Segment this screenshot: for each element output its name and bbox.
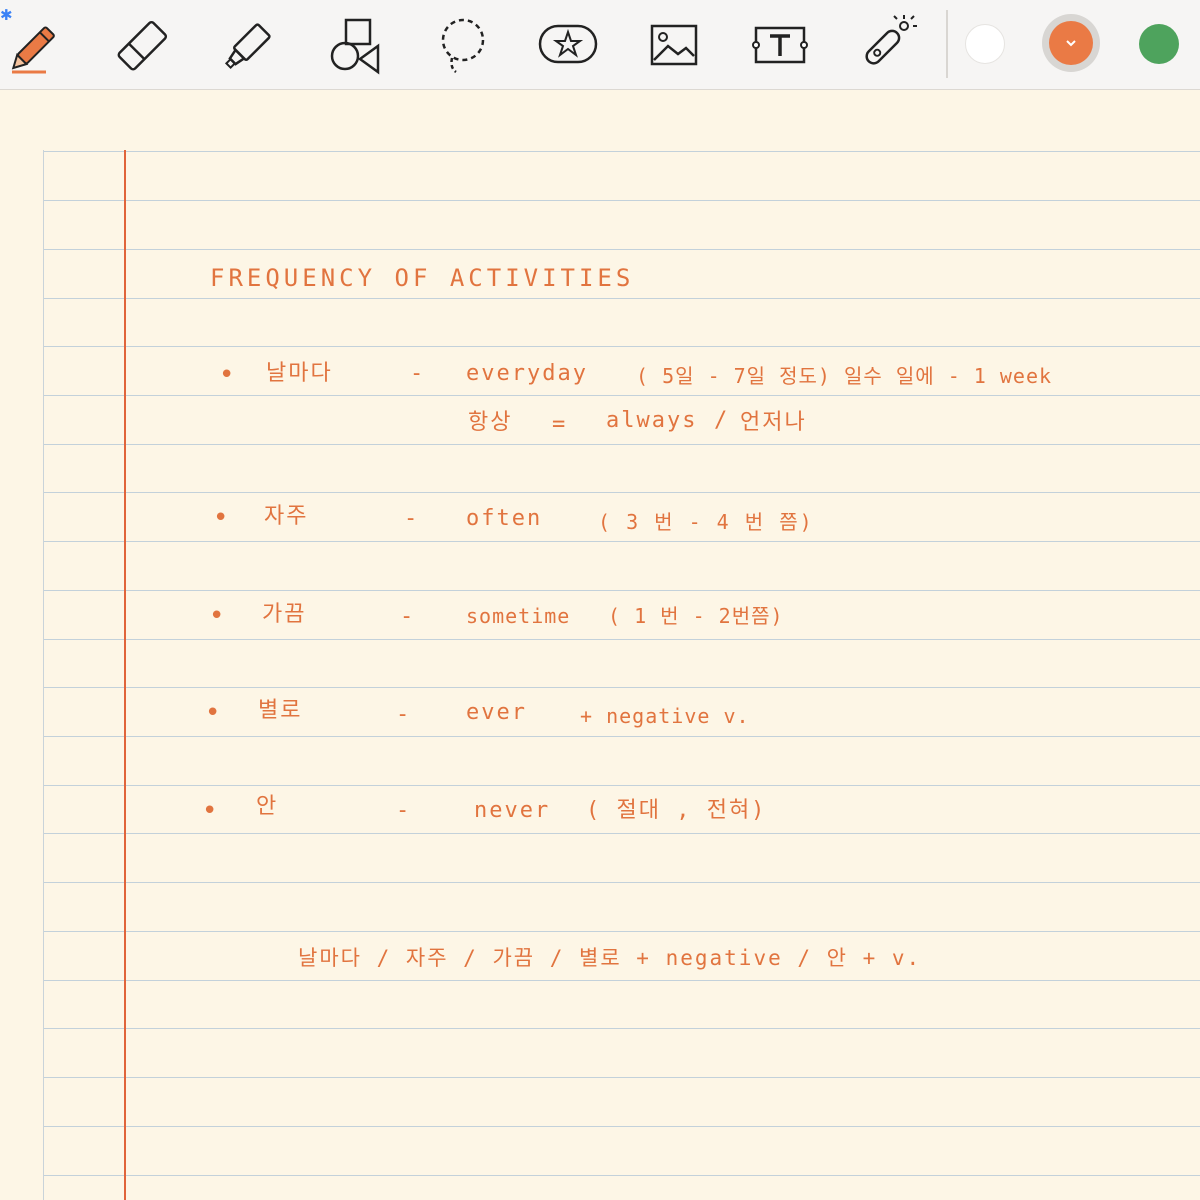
bullet-icon: • [209, 601, 225, 631]
item-detail: + negative v. [580, 704, 750, 728]
item-english: never [474, 798, 551, 823]
sub-english: always [606, 408, 698, 433]
margin-line [124, 150, 126, 1200]
item-detail: ( 절대 , 전혀) [586, 798, 767, 823]
item-korean: 가끔 [262, 602, 307, 627]
item-detail: ( 3 번 - 4 번 쯤) [598, 510, 814, 534]
sub-korean-2: 언저나 [740, 410, 807, 435]
item-korean: 별로 [258, 698, 303, 723]
item-dash: - [396, 798, 412, 823]
item-english: everyday [466, 361, 588, 386]
page-left-edge [43, 150, 44, 1200]
item-dash: - [396, 702, 412, 727]
bullet-icon: • [213, 503, 229, 533]
item-korean: 안 [256, 794, 279, 819]
bullet-icon: • [205, 698, 221, 728]
sub-equals: = [552, 412, 568, 437]
item-english: ever [466, 700, 527, 725]
item-english: sometime [466, 604, 571, 628]
note-title: FREQUENCY OF ACTIVITIES [210, 264, 635, 292]
item-korean: 자주 [264, 504, 309, 529]
sub-slash: / [714, 408, 730, 433]
sub-korean: 항상 [468, 410, 513, 435]
item-english: often [466, 506, 543, 531]
item-korean: 날마다 [266, 361, 333, 386]
item-dash: - [404, 506, 420, 531]
bullet-icon: • [202, 796, 218, 826]
bullet-icon: • [219, 360, 235, 390]
item-dash: - [410, 361, 426, 386]
item-detail: ( 5일 - 7일 정도) 일수 일에 - 1 week [636, 364, 1053, 388]
notebook-page[interactable]: FREQUENCY OF ACTIVITIES • 날마다 - everyday… [0, 0, 1200, 1200]
item-detail: ( 1 번 - 2번쯤) [608, 604, 784, 628]
item-dash: - [400, 604, 416, 629]
summary-line: 날마다 / 자주 / 가끔 / 별로 + negative / 안 + v. [298, 946, 922, 970]
